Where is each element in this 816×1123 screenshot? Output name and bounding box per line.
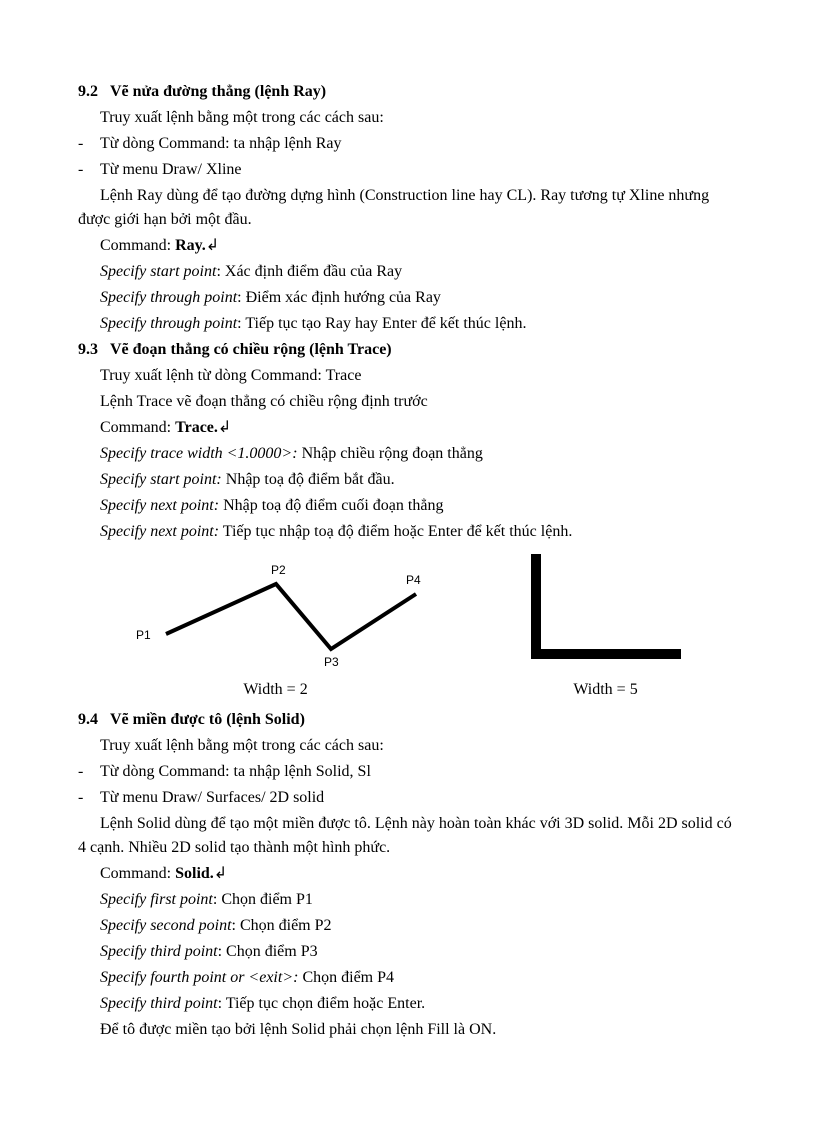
prompt-line: Specify trace width <1.0000>: Nhập chiều… [78,442,738,466]
prompt-keyword: Specify first point [100,891,213,908]
prompt-desc: : Chọn điểm P1 [213,891,313,908]
list-item: - Từ dòng Command: ta nhập lệnh Solid, S… [78,760,738,784]
prompt-line: Specify third point: Chọn điểm P3 [78,940,738,964]
enter-icon: ↲ [214,865,227,882]
prompt-desc: Nhập toạ độ điểm cuối đoạn thẳng [219,497,443,514]
command-label: Command: [100,419,175,436]
list-item: - Từ menu Draw/ Xline [78,158,738,182]
prompt-line: Specify through point: Tiếp tục tạo Ray … [78,312,738,336]
prompt-desc: : Chọn điểm P2 [232,917,332,934]
para: Lệnh Solid dùng để tạo một miền được tô.… [78,812,738,860]
prompt-line: Specify third point: Tiếp tục chọn điểm … [78,992,738,1016]
list-item-text: Từ dòng Command: ta nhập lệnh Ray [100,132,342,156]
prompt-line: Specify fourth point or <exit>: Chọn điể… [78,966,738,990]
prompt-keyword: Specify third point [100,943,218,960]
figure-width-2: P1 P2 P3 P4 Width = 2 [126,554,426,702]
prompt-line: Specify start point: Nhập toạ độ điểm bắ… [78,468,738,492]
heading-9-3: 9.3 Vẽ đoạn thẳng có chiều rộng (lệnh Tr… [78,338,738,362]
command-line: Command: Solid.↲ [78,862,738,886]
prompt-keyword: Specify fourth point or <exit>: [100,969,298,986]
prompt-line: Specify second point: Chọn điểm P2 [78,914,738,938]
heading-text: Vẽ miền được tô (lệnh Solid) [110,711,305,728]
prompt-desc: : Xác định điểm đầu của Ray [216,263,402,280]
prompt-line: Specify next point: Nhập toạ độ điểm cuố… [78,494,738,518]
prompt-keyword: Specify second point [100,917,232,934]
command-value: Ray. [175,237,206,254]
enter-icon: ↲ [218,419,231,436]
heading-num: 9.3 [78,341,98,358]
prompt-desc: : Chọn điểm P3 [218,943,318,960]
prompt-keyword: Specify start point: [100,471,222,488]
heading-text: Vẽ đoạn thẳng có chiều rộng (lệnh Trace) [110,341,392,358]
figure-caption: Width = 2 [126,678,426,702]
command-value: Trace. [175,419,218,436]
command-label: Command: [100,237,175,254]
enter-icon: ↲ [206,237,219,254]
prompt-line: Specify next point: Tiếp tục nhập toạ độ… [78,520,738,544]
para: Truy xuất lệnh bằng một trong các cách s… [78,106,738,130]
list-item: - Từ menu Draw/ Surfaces/ 2D solid [78,786,738,810]
heading-9-2: 9.2 Vẽ nửa đường thẳng (lệnh Ray) [78,80,738,104]
heading-text: Vẽ nửa đường thẳng (lệnh Ray) [110,83,326,100]
prompt-keyword: Specify trace width <1.0000>: [100,445,298,462]
figure-row: P1 P2 P3 P4 Width = 2 Width = 5 [78,554,738,702]
para: Truy xuất lệnh từ dòng Command: Trace [78,364,738,388]
prompt-desc: Nhập toạ độ điểm bắt đầu. [222,471,395,488]
prompt-desc: Nhập chiều rộng đoạn thẳng [298,445,483,462]
heading-num: 9.2 [78,83,98,100]
point-label: P4 [406,573,421,587]
command-label: Command: [100,865,175,882]
prompt-keyword: Specify through point [100,315,237,332]
prompt-desc: Chọn điểm P4 [298,969,394,986]
point-label: P2 [271,563,286,577]
heading-num: 9.4 [78,711,98,728]
polyline-diagram-icon: P1 P2 P3 P4 [126,554,426,674]
list-item: - Từ dòng Command: ta nhập lệnh Ray [78,132,738,156]
command-line: Command: Ray.↲ [78,234,738,258]
para: Lệnh Ray dùng để tạo đường dựng hình (Co… [78,184,738,232]
bullet-icon: - [78,158,100,182]
prompt-keyword: Specify third point [100,995,218,1012]
prompt-keyword: Specify start point [100,263,216,280]
figure-caption: Width = 5 [521,678,691,702]
prompt-keyword: Specify next point: [100,497,219,514]
prompt-desc: : Tiếp tục tạo Ray hay Enter để kết thúc… [237,315,526,332]
list-item-text: Từ menu Draw/ Xline [100,158,242,182]
list-item-text: Từ dòng Command: ta nhập lệnh Solid, Sl [100,760,371,784]
prompt-keyword: Specify through point [100,289,237,306]
point-label: P1 [136,628,151,642]
prompt-keyword: Specify next point: [100,523,219,540]
bullet-icon: - [78,786,100,810]
prompt-desc: Tiếp tục nhập toạ độ điểm hoặc Enter để … [219,523,572,540]
heading-9-4: 9.4 Vẽ miền được tô (lệnh Solid) [78,708,738,732]
para: Lệnh Trace vẽ đoạn thẳng có chiều rộng đ… [78,390,738,414]
list-item-text: Từ menu Draw/ Surfaces/ 2D solid [100,786,324,810]
prompt-desc: : Tiếp tục chọn điểm hoặc Enter. [218,995,426,1012]
point-label: P3 [324,655,339,669]
prompt-desc: : Điểm xác định hướng của Ray [237,289,441,306]
para: Để tô được miền tạo bởi lệnh Solid phải … [78,1018,738,1042]
prompt-line: Specify first point: Chọn điểm P1 [78,888,738,912]
command-line: Command: Trace.↲ [78,416,738,440]
bullet-icon: - [78,760,100,784]
prompt-line: Specify through point: Điểm xác định hướ… [78,286,738,310]
para: Truy xuất lệnh bằng một trong các cách s… [78,734,738,758]
command-value: Solid. [175,865,214,882]
prompt-line: Specify start point: Xác định điểm đầu c… [78,260,738,284]
figure-width-5: Width = 5 [521,554,691,702]
angle-diagram-icon [521,554,691,674]
bullet-icon: - [78,132,100,156]
